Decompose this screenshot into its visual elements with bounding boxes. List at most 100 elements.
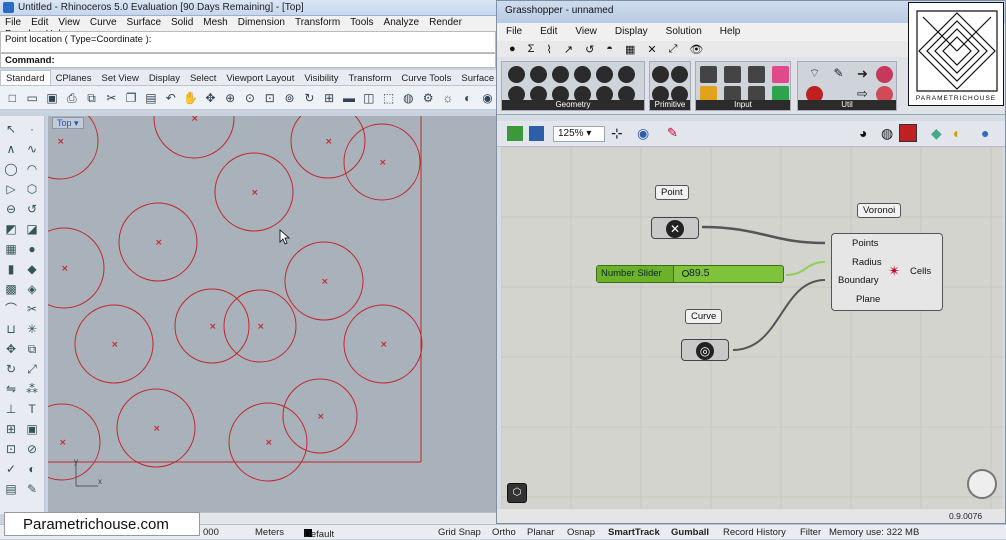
sphere-icon[interactable]: ● — [23, 240, 41, 258]
properties-icon[interactable]: ⚙ — [420, 89, 437, 107]
galapagos-icon[interactable] — [876, 66, 893, 83]
group-icon[interactable]: ⊞ — [2, 420, 20, 438]
menu-curve[interactable]: Curve — [85, 16, 122, 28]
integer-param-icon[interactable] — [671, 66, 688, 83]
voronoi-input-boundary[interactable]: Boundary — [838, 275, 879, 286]
menu-dimension[interactable]: Dimension — [233, 16, 290, 28]
transform-tab-icon[interactable]: ⤢ — [669, 43, 678, 56]
select-arrow-icon[interactable]: ↖ — [2, 120, 20, 138]
gh-canvas[interactable]: Point ✕ Curve ◎ Number Slider 89.5 Voron… — [501, 147, 1003, 509]
curve-tab-icon[interactable]: ↺ — [585, 43, 594, 56]
mesh-icon[interactable]: ▩ — [2, 280, 20, 298]
freeform-icon[interactable]: ↺ — [23, 200, 41, 218]
rotate-transform-icon[interactable]: ↻ — [2, 360, 20, 378]
paste-icon[interactable]: ▤ — [143, 89, 160, 107]
light-icon[interactable]: ☼ — [440, 89, 457, 107]
analyze-icon[interactable]: ✓ — [2, 460, 20, 478]
material-icon[interactable]: ◉ — [479, 89, 496, 107]
line-param-icon[interactable] — [574, 66, 591, 83]
solid-tools-icon[interactable]: ◆ — [23, 260, 41, 278]
panel-input-icon[interactable] — [724, 66, 741, 83]
preview-wireframe-icon[interactable]: ◕ — [859, 125, 867, 141]
tab-display[interactable]: Display — [144, 71, 185, 85]
point-icon[interactable]: · — [23, 120, 41, 138]
voronoi-input-plane[interactable]: Plane — [856, 294, 880, 305]
status-grid-snap[interactable]: Grid Snap — [438, 527, 481, 538]
hide-icon[interactable]: ⊘ — [23, 440, 41, 458]
gh-menu-solution[interactable]: Solution — [657, 23, 711, 37]
open-file-icon[interactable] — [507, 126, 523, 141]
trim-icon[interactable]: ✂ — [23, 300, 41, 318]
number-slider[interactable]: Number Slider 89.5 — [596, 265, 784, 283]
block-icon[interactable]: ▣ — [23, 420, 41, 438]
rotate-view-icon[interactable]: ↻ — [301, 89, 318, 107]
pan-hand-icon[interactable]: ✋ — [182, 89, 199, 107]
print-icon[interactable]: ⎙ — [63, 89, 80, 107]
save-file-icon[interactable] — [529, 126, 544, 141]
fillet-icon[interactable]: ⌒ — [2, 300, 20, 318]
circle-icon[interactable]: ◯ — [2, 160, 20, 178]
tab-viewport-layout[interactable]: Viewport Layout — [221, 71, 299, 85]
menu-edit[interactable]: Edit — [26, 16, 53, 28]
cut-icon[interactable]: ✂ — [103, 89, 120, 107]
navigation-compass-icon[interactable] — [967, 469, 997, 499]
tab-visibility[interactable]: Visibility — [299, 71, 343, 85]
move-icon[interactable]: ✥ — [202, 89, 219, 107]
zoom-extents-icon[interactable]: ⊹ — [611, 125, 623, 142]
voronoi-output-cells[interactable]: Cells — [910, 266, 931, 277]
voronoi-input-points[interactable]: Points — [852, 238, 878, 249]
tab-cplanes[interactable]: CPlanes — [51, 71, 97, 85]
menu-solid[interactable]: Solid — [166, 16, 198, 28]
export-icon[interactable]: ⧉ — [83, 89, 100, 107]
status-planar[interactable]: Planar — [527, 527, 554, 538]
grid-icon[interactable]: ⊡ — [2, 440, 20, 458]
slider-grip[interactable] — [682, 270, 689, 277]
slider-input-icon[interactable] — [700, 66, 717, 83]
point-param-icon[interactable] — [508, 66, 525, 83]
preview-shaded-icon[interactable]: ◍ — [881, 125, 893, 142]
four-views-icon[interactable]: ⊞ — [321, 89, 338, 107]
ellipse-icon[interactable]: ⊖ — [2, 200, 20, 218]
cplane-icon[interactable]: ◫ — [360, 89, 377, 107]
gh-menu-view[interactable]: View — [566, 23, 606, 37]
new-file-icon[interactable]: □ — [4, 89, 21, 107]
preview-selected-icon[interactable] — [899, 124, 917, 142]
zoom-extents-icon[interactable]: ⊡ — [261, 89, 278, 107]
polyline-icon[interactable]: ∧ — [2, 140, 20, 158]
menu-surface[interactable]: Surface — [122, 16, 166, 28]
menu-render[interactable]: Render — [424, 16, 467, 28]
move-transform-icon[interactable]: ✥ — [2, 340, 20, 358]
dimension-icon[interactable]: ⊥ — [2, 400, 20, 418]
document-preview-icon[interactable]: ◐ — [953, 125, 961, 141]
status-ortho[interactable]: Ortho — [492, 527, 516, 538]
curve-param-icon[interactable] — [552, 66, 569, 83]
gh-menu-edit[interactable]: Edit — [531, 23, 566, 37]
named-views-icon[interactable]: ▬ — [341, 89, 358, 107]
extrude-icon[interactable]: ▮ — [2, 260, 20, 278]
select-icon[interactable]: ⬚ — [380, 89, 397, 107]
vector-tab-icon[interactable]: ↗ — [564, 43, 573, 56]
menu-mesh[interactable]: Mesh — [198, 16, 232, 28]
cluster-icon[interactable]: ⌔ — [806, 66, 823, 83]
toggle-input-icon[interactable] — [748, 66, 765, 83]
viewport-title-tab[interactable]: Top ▾ — [52, 117, 84, 129]
gh-menu-help[interactable]: Help — [711, 23, 750, 37]
intersect-tab-icon[interactable]: ✕ — [647, 43, 656, 56]
scribble-icon[interactable]: ✎ — [830, 66, 847, 83]
relay-arrow-icon[interactable]: ➜ — [854, 66, 871, 83]
preview-eye-icon[interactable]: ◉ — [637, 125, 649, 142]
tab-curve-tools[interactable]: Curve Tools — [396, 71, 456, 85]
number-param-icon[interactable] — [652, 66, 669, 83]
render-icon[interactable]: ◐ — [459, 89, 476, 107]
menu-transform[interactable]: Transform — [290, 16, 345, 28]
status-filter[interactable]: Filter — [800, 527, 821, 538]
display-tab-icon[interactable]: 👁 — [689, 43, 703, 56]
explode-icon[interactable]: ✳ — [23, 320, 41, 338]
params-tab-icon[interactable]: ● — [509, 43, 516, 55]
canvas-widget-icon[interactable]: ⬡ — [507, 483, 527, 503]
zoom-level-dropdown[interactable]: 125% ▾ — [553, 126, 605, 142]
mesh-param-icon[interactable] — [596, 66, 613, 83]
undo-icon[interactable]: ↶ — [162, 89, 179, 107]
copy-transform-icon[interactable]: ⧉ — [23, 340, 41, 358]
menu-view[interactable]: View — [53, 16, 85, 28]
